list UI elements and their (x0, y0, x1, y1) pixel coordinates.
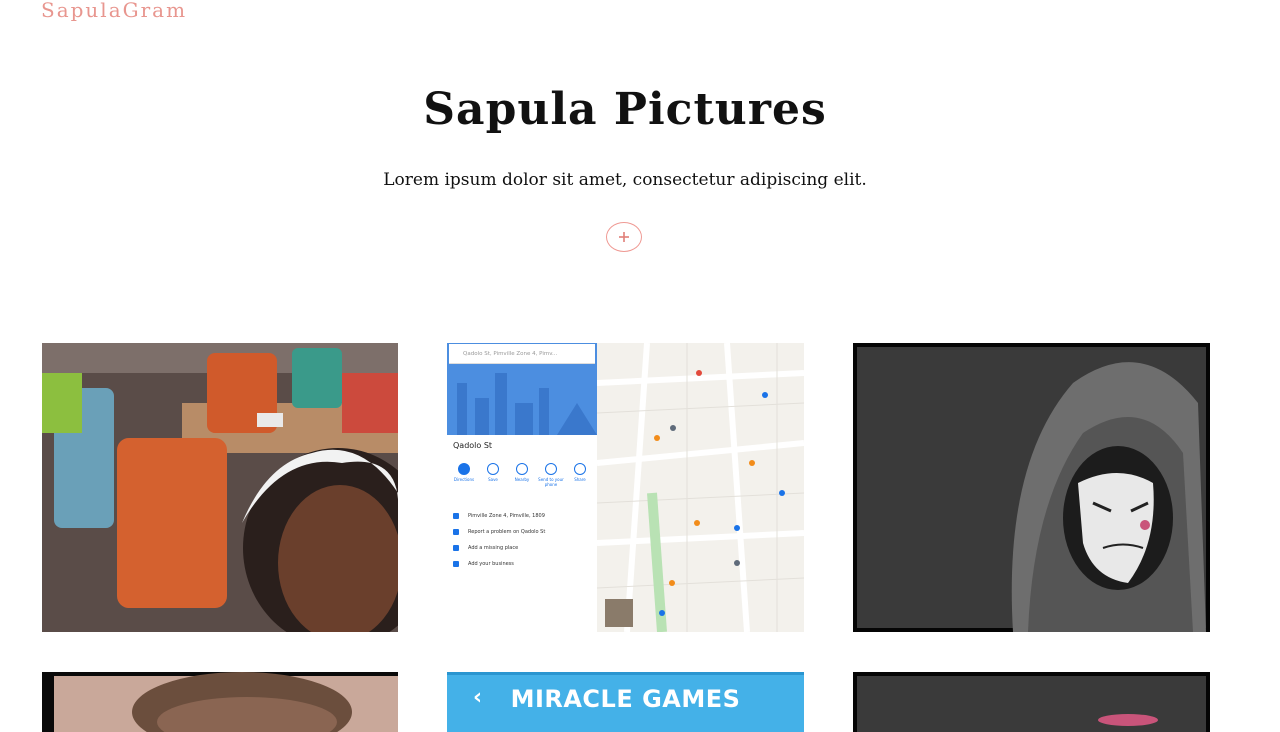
map-actions: Directions Save Nearby Send to your phon… (451, 463, 593, 487)
map-row-add-business[interactable]: Add your business (453, 556, 593, 572)
brand-logo[interactable]: SapulaGram (41, 0, 187, 22)
map-search-field[interactable]: Qadolo St, Pimville Zone 4, Pimv... (449, 344, 595, 364)
map-row-address: Pimville Zone 4, Pimville, 1809 (453, 508, 593, 524)
map-detail-rows: Pimville Zone 4, Pimville, 1809 Report a… (453, 508, 593, 572)
map-action-share[interactable]: Share (567, 463, 593, 487)
games-banner-title: MIRACLE GAMES (510, 685, 741, 713)
bookmark-icon (487, 463, 499, 475)
gallery-item-dark-photo[interactable] (853, 672, 1210, 732)
map-info-panel: Qadolo St, Pimville Zone 4, Pimv... Qado… (447, 343, 597, 632)
games-banner: ‹ MIRACLE GAMES (447, 672, 804, 732)
map-action-send[interactable]: Send to your phone (538, 463, 564, 487)
map-place-name: Qadolo St (453, 441, 493, 450)
pencil-icon (453, 529, 459, 535)
share-icon (574, 463, 586, 475)
store-icon (453, 561, 459, 567)
gallery-item-map-screenshot[interactable]: Qadolo St, Pimville Zone 4, Pimv... Qado… (447, 343, 804, 632)
map-row-add-place[interactable]: Add a missing place (453, 540, 593, 556)
map-action-save[interactable]: Save (480, 463, 506, 487)
photo-image (853, 672, 1210, 732)
page-subtitle: Lorem ipsum dolor sit amet, consectetur … (383, 170, 867, 190)
gallery-item-miracle-games[interactable]: ‹ MIRACLE GAMES (447, 672, 804, 732)
map-action-directions[interactable]: Directions (451, 463, 477, 487)
photo-image (42, 343, 398, 632)
add-button[interactable] (606, 222, 642, 252)
photo-image (42, 672, 398, 732)
page-title: Sapula Pictures (423, 84, 827, 135)
photo-image (853, 343, 1210, 632)
gallery-item-girl-photo[interactable] (42, 343, 398, 632)
pin-icon (453, 513, 459, 519)
add-pin-icon (453, 545, 459, 551)
gallery-item-boy-photo[interactable] (42, 672, 398, 732)
plus-icon (619, 232, 629, 242)
map-row-report[interactable]: Report a problem on Qadolo St (453, 524, 593, 540)
gallery-item-mask-photo[interactable] (853, 343, 1210, 632)
directions-icon (458, 463, 470, 475)
map-action-nearby[interactable]: Nearby (509, 463, 535, 487)
phone-icon (545, 463, 557, 475)
nearby-icon (516, 463, 528, 475)
